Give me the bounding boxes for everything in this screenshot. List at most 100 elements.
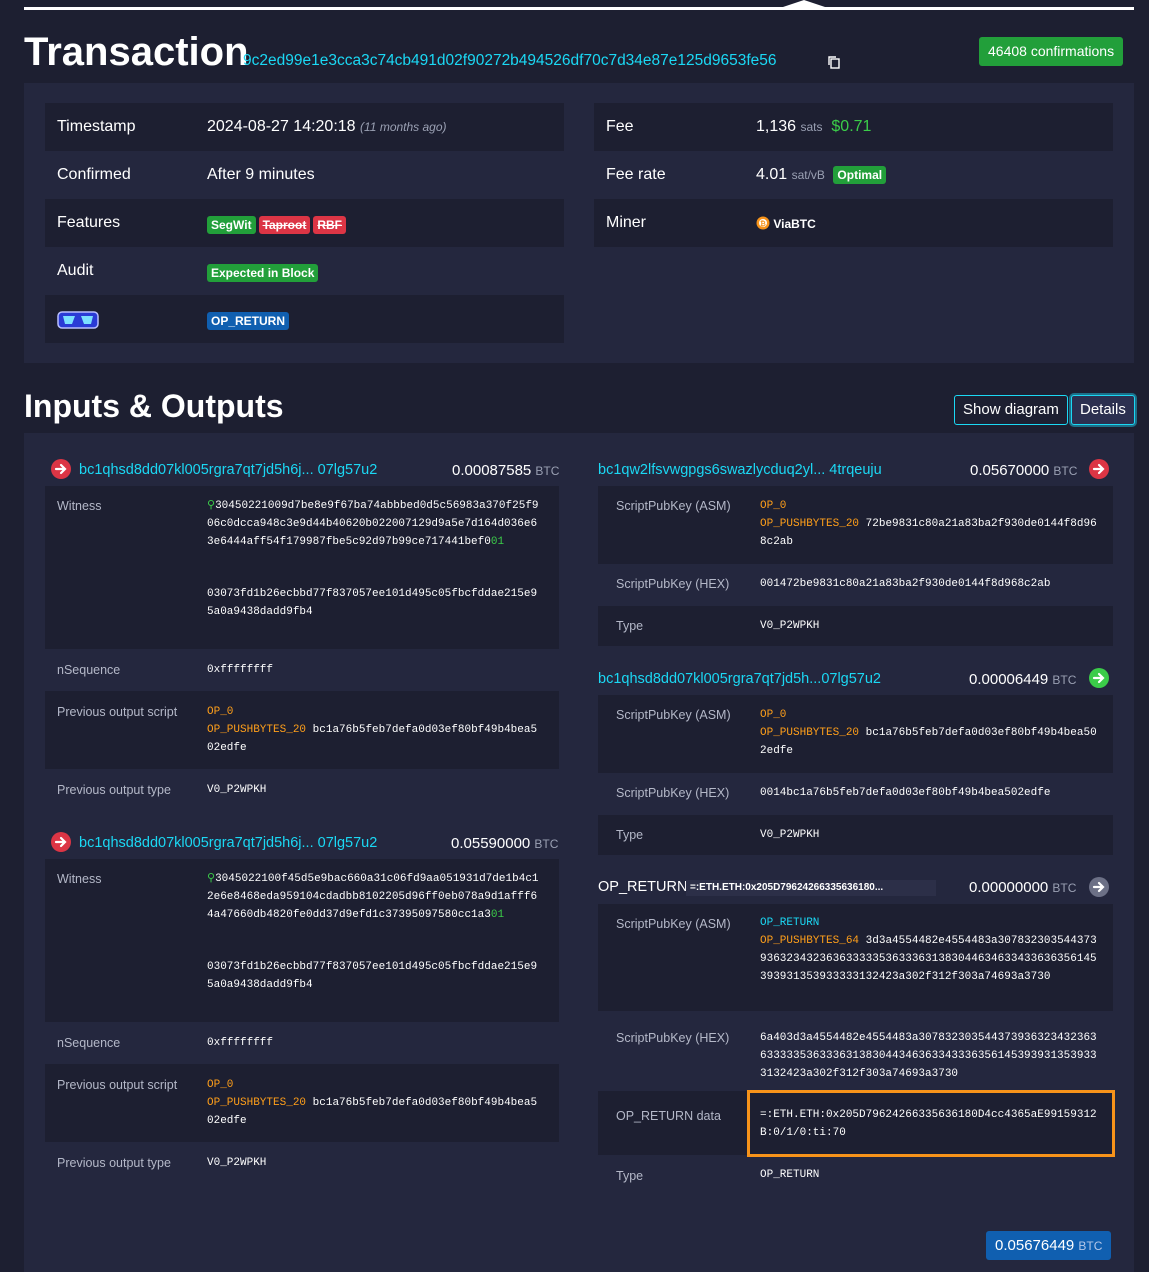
op-return-data-value: =:ETH.ETH:0x205D79624266335636180D4cc436… (760, 1109, 1097, 1139)
input-address[interactable]: bc1qhsd8dd07kl005rgra7qt7jd5h6j... 07lg5… (79, 462, 377, 478)
prevscript-label: Previous output script (57, 1078, 178, 1092)
io-title: Inputs & Outputs (24, 388, 284, 424)
page-title: Transaction (24, 30, 249, 74)
nav-pointer (780, 0, 828, 8)
total-amount-badge: 0.05676449 BTC (986, 1231, 1112, 1260)
show-diagram-button[interactable]: Show diagram (954, 395, 1068, 425)
nsequence-label: nSequence (57, 663, 121, 677)
asm-label: ScriptPubKey (ASM) (616, 499, 731, 513)
nsequence-value: 0xffffffff (207, 664, 274, 676)
op-return-title: OP_RETURN (598, 879, 688, 895)
prevtype-label: Previous output type (57, 783, 171, 797)
type-value: V0_P2WPKH (760, 620, 820, 632)
key-icon: ⚲ (207, 873, 216, 885)
type-value: V0_P2WPKH (760, 829, 820, 841)
op-return-tag: =:ETH.ETH:0x205D79624266335636180... (686, 880, 936, 896)
details-box: Timestamp 2024-08-27 14:20:18 (11 months… (24, 83, 1134, 363)
type-panel (598, 815, 1113, 855)
op-return-badge[interactable]: OP_RETURN (207, 312, 290, 330)
fee-unit: sats (800, 120, 823, 134)
svg-text:₿: ₿ (760, 220, 766, 228)
input-amount: 0.05590000 BTC (451, 835, 559, 852)
timestamp-label: Timestamp (57, 118, 136, 135)
timestamp-value: 2024-08-27 14:20:18 (207, 118, 356, 135)
features-row: Features SegWit Taproot RBF (45, 199, 564, 247)
input-arrow-icon[interactable] (51, 459, 71, 479)
fee-sats: 1,136 (756, 118, 797, 135)
viabtc-icon: ₿ (756, 216, 770, 230)
txid-link[interactable]: 9c2ed99e1e3cca3c74cb491d02f90272b494526d… (243, 52, 777, 70)
fee-label: Fee (606, 118, 634, 135)
audit-label: Audit (57, 262, 94, 279)
prevtype-value: V0_P2WPKH (207, 784, 267, 796)
top-divider (24, 7, 1134, 10)
prevscript-label: Previous output script (57, 705, 178, 719)
input-amount: 0.00087585 BTC (452, 462, 560, 479)
witness-label: Witness (57, 872, 102, 886)
input-address[interactable]: bc1qhsd8dd07kl005rgra7qt7jd5h6j... 07lg5… (79, 835, 377, 851)
goggles-icon (57, 311, 99, 329)
input-arrow-icon[interactable] (51, 832, 71, 852)
hex-value: 001472be9831c80a21a83ba2f930de0144f8d968… (760, 578, 1051, 590)
type-panel (598, 606, 1113, 646)
audit-badge[interactable]: Expected in Block (207, 264, 319, 282)
type-value: OP_RETURN (760, 1169, 820, 1181)
witness-value: ⚲30450221009d7be8e9f67ba74abbbed0d5c5698… (207, 500, 539, 548)
witness-pubkey: 03073fd1b26ecbbd77f837057ee101d495c05fbc… (207, 961, 538, 991)
miner-row: Miner ₿ ViaBTC (594, 199, 1113, 247)
hex-label: ScriptPubKey (HEX) (616, 1031, 730, 1045)
hex-value: 6a403d3a4554482e4554483a3078323035443739… (760, 1032, 1097, 1080)
output-amount: 0.05670000 BTC (970, 462, 1078, 479)
asm-value: OP_0 OP_PUSHBYTES_20 72be9831c80a21a83ba2… (760, 500, 1097, 548)
output-amount: 0.00006449 BTC (969, 671, 1077, 688)
nsequence-value: 0xffffffff (207, 1037, 274, 1049)
details-button[interactable]: Details (1071, 395, 1135, 425)
audit-row: Audit Expected in Block (45, 247, 564, 295)
output-amount: 0.00000000 BTC (969, 879, 1077, 896)
type-label: Type (616, 1169, 644, 1183)
segwit-badge[interactable]: SegWit (207, 216, 256, 234)
hex-value: 0014bc1a76b5feb7defa0d03ef80bf49b4bea502… (760, 787, 1051, 799)
output-address[interactable]: bc1qw2lfsvwgpgs6swazlycduq2yl... 4trqeuj… (598, 462, 882, 478)
key-icon: ⚲ (207, 500, 216, 512)
output-address[interactable]: bc1qhsd8dd07kl005rgra7qt7jd5h...07lg57u2 (598, 671, 881, 687)
nsequence-label: nSequence (57, 1036, 121, 1050)
witness-label: Witness (57, 499, 102, 513)
hex-label: ScriptPubKey (HEX) (616, 786, 730, 800)
confirmed-label: Confirmed (57, 166, 131, 183)
miner-label: Miner (606, 214, 647, 231)
prevscript-value: OP_0 OP_PUSHBYTES_20 bc1a76b5feb7defa0d03… (207, 1079, 538, 1127)
fee-rate-row: Fee rate 4.01 sat/vB Optimal (594, 151, 1113, 199)
type-label: Type (616, 828, 644, 842)
optimal-badge: Optimal (833, 166, 887, 184)
asm-label: ScriptPubKey (ASM) (616, 708, 731, 722)
asm-label: ScriptPubKey (ASM) (616, 917, 731, 931)
output-arrow-icon[interactable] (1089, 877, 1109, 897)
confirmed-value: After 9 minutes (207, 166, 315, 183)
timestamp-row: Timestamp 2024-08-27 14:20:18 (11 months… (45, 103, 564, 151)
type-label: Type (616, 619, 644, 633)
fee-rate-unit: sat/vB (791, 168, 825, 182)
witness-pubkey: 03073fd1b26ecbbd77f837057ee101d495c05fbc… (207, 588, 538, 618)
taproot-badge[interactable]: Taproot (258, 216, 311, 234)
output-unspent-arrow-icon[interactable] (1089, 668, 1109, 688)
op-return-row: OP_RETURN (45, 295, 564, 343)
asm-value: OP_RETURN OP_PUSHBYTES_64 3d3a4554482e455… (760, 917, 1097, 983)
confirmed-row: Confirmed After 9 minutes (45, 151, 564, 199)
copy-icon[interactable] (828, 56, 840, 69)
op-return-data-label: OP_RETURN data (616, 1109, 721, 1123)
fee-rate-label: Fee rate (606, 166, 666, 183)
fee-rate-value: 4.01 (756, 166, 788, 183)
prevtype-label: Previous output type (57, 1156, 171, 1170)
miner-value[interactable]: ViaBTC (773, 217, 815, 231)
confirmations-badge: 46408 confirmations (979, 37, 1124, 66)
prevscript-value: OP_0 OP_PUSHBYTES_20 bc1a76b5feb7defa0d03… (207, 706, 538, 754)
output-spent-arrow-icon[interactable] (1089, 459, 1109, 479)
rbf-badge[interactable]: RBF (313, 216, 347, 234)
timestamp-ago: (11 months ago) (360, 120, 447, 134)
prevtype-value: V0_P2WPKH (207, 1157, 267, 1169)
fee-row: Fee 1,136 sats $0.71 (594, 103, 1113, 151)
hex-label: ScriptPubKey (HEX) (616, 577, 730, 591)
features-label: Features (57, 214, 121, 231)
asm-value: OP_0 OP_PUSHBYTES_20 bc1a76b5feb7defa0d03… (760, 709, 1097, 757)
